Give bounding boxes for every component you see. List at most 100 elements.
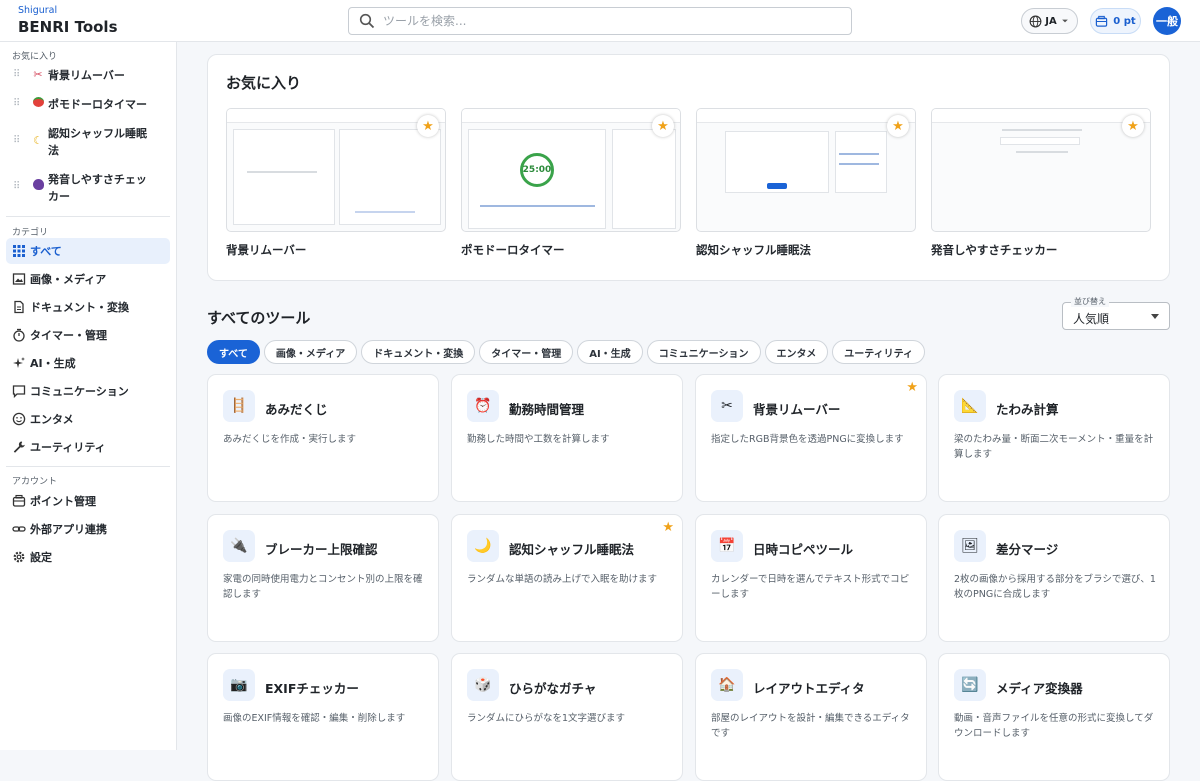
tool-card[interactable]: 🎲 ひらがなガチャ ランダムにひらがなを1文字選びます: [451, 653, 683, 781]
tool-name: たわみ計算: [996, 402, 1059, 417]
brand-subtitle: Shigural: [18, 5, 58, 16]
favorite-name: ポモドーロタイマー: [461, 243, 565, 257]
sidebar-item-integrations[interactable]: 外部アプリ連携: [6, 516, 170, 542]
drag-handle-icon[interactable]: ⠿: [13, 69, 20, 80]
favorite-card[interactable]: 25:00 ★ ポモドーロタイマー: [461, 108, 681, 258]
user-avatar[interactable]: 一般: [1153, 7, 1181, 35]
favorite-name: 背景リムーバー: [226, 243, 307, 257]
sort-value: 人気順: [1073, 312, 1110, 326]
sidebar: お気に入り ⠿ ✂ 背景リムーバー ⠿ ポモドーロタイマー ⠿ ☾ 認知シャッフ…: [0, 42, 177, 750]
chevron-down-icon: [1151, 314, 1159, 319]
tool-description: 指定したRGB背景色を透過PNGに変換します: [711, 434, 904, 445]
brand-logo[interactable]: BENRI Tools: [18, 18, 118, 36]
tool-description: 勤務した時間や工数を計算します: [467, 434, 610, 445]
tool-description: 画像のEXIF情報を確認・編集・削除します: [223, 713, 406, 724]
sidebar-fav-item[interactable]: ⠿ 発音しやすさチェッカー: [0, 171, 177, 207]
tool-card[interactable]: 🔌 ブレーカー上限確認 家電の同時使用電力とコンセント別の上限を確認します: [207, 514, 439, 642]
tool-card[interactable]: 📅 日時コピペツール カレンダーで日時を選んでテキスト形式でコピーします: [695, 514, 927, 642]
language-selector[interactable]: JA: [1021, 8, 1078, 34]
timer-icon: [13, 328, 25, 342]
tool-name: レイアウトエディタ: [753, 681, 865, 696]
favorites-panel: お気に入り ★ 背景リムーバー 25:00 ★ ポモドーロタイマー ★ 認知シャ…: [207, 54, 1170, 281]
chip-timer[interactable]: タイマー・管理: [479, 340, 574, 364]
tool-name: あみだくじ: [265, 402, 328, 417]
favorite-thumbnail[interactable]: ★: [696, 108, 916, 232]
sidebar-item-utility[interactable]: ユーティリティ: [6, 434, 170, 460]
favorite-thumbnail[interactable]: ★: [226, 108, 446, 232]
scissors-icon: ✂: [711, 390, 743, 422]
sidebar-item-label: ユーティリティ: [30, 441, 106, 454]
sidebar-item-timer[interactable]: タイマー・管理: [6, 322, 170, 348]
favorite-star-icon[interactable]: ★: [887, 115, 909, 137]
sidebar-item-document[interactable]: ドキュメント・変換: [6, 294, 170, 320]
chip-utility[interactable]: ユーティリティ: [832, 340, 926, 364]
favorites-section-label: お気に入り: [12, 52, 58, 62]
sidebar-item-label: ドキュメント・変換: [30, 301, 129, 314]
chip-image-media[interactable]: 画像・メディア: [263, 340, 358, 364]
favorite-card[interactable]: ★ 発音しやすさチェッカー: [931, 108, 1151, 258]
link-icon: [12, 526, 26, 532]
tool-description: 2枚の画像から採用する部分をブラシで選び、1枚のPNGに合成します: [954, 574, 1156, 600]
document-icon: [14, 300, 24, 314]
favorite-star-icon[interactable]: ★: [662, 520, 674, 535]
tool-card[interactable]: 🌙 認知シャッフル睡眠法 ランダムな単語の読み上げで入眠を助けます ★: [451, 514, 683, 642]
tool-description: ランダムにひらがなを1文字選びます: [467, 713, 626, 724]
sidebar-item-all[interactable]: すべて: [6, 238, 170, 264]
favorite-card[interactable]: ★ 背景リムーバー: [226, 108, 446, 258]
favorite-thumbnail[interactable]: 25:00 ★: [461, 108, 681, 232]
chip-document[interactable]: ドキュメント・変換: [361, 340, 476, 364]
tool-card[interactable]: 🖼 差分マージ 2枚の画像から採用する部分をブラシで選び、1枚のPNGに合成します: [938, 514, 1170, 642]
favorite-star-icon[interactable]: ★: [417, 115, 439, 137]
wallet-icon: [1096, 15, 1108, 27]
all-tools-title: すべてのツール: [207, 309, 311, 327]
tool-card[interactable]: ✂ 背景リムーバー 指定したRGB背景色を透過PNGに変換します ★: [695, 374, 927, 502]
favorite-card[interactable]: ★ 認知シャッフル睡眠法: [696, 108, 916, 258]
ladder-icon: 🪜: [223, 390, 255, 422]
drag-handle-icon[interactable]: ⠿: [13, 181, 20, 192]
favorite-star-icon[interactable]: ★: [1122, 115, 1144, 137]
tool-card[interactable]: 📐 たわみ計算 梁のたわみ量・断面二次モーメント・重量を計算します: [938, 374, 1170, 502]
triangle-ruler-icon: 📐: [954, 390, 986, 422]
language-label: JA: [1045, 15, 1057, 27]
chip-communication[interactable]: コミュニケーション: [646, 340, 761, 364]
sidebar-item-entertainment[interactable]: エンタメ: [6, 406, 170, 432]
favorite-thumbnail[interactable]: ★: [931, 108, 1151, 232]
sort-select[interactable]: 並び替え 人気順: [1062, 296, 1170, 330]
sidebar-item-points[interactable]: ポイント管理: [6, 488, 170, 514]
sidebar-item-communication[interactable]: コミュニケーション: [6, 378, 170, 404]
tool-card[interactable]: ⏰ 勤務時間管理勤務した時間や工数を計算します: [451, 374, 683, 502]
drag-handle-icon[interactable]: ⠿: [13, 135, 20, 146]
sidebar-fav-item[interactable]: ⠿ ☾ 認知シャッフル睡眠法: [0, 125, 177, 161]
search-input[interactable]: [383, 14, 851, 28]
sidebar-fav-item[interactable]: ⠿ ポモドーロタイマー: [0, 96, 177, 116]
sidebar-item-label: 設定: [30, 551, 52, 564]
points-button[interactable]: 0 pt: [1090, 8, 1141, 34]
chip-entertainment[interactable]: エンタメ: [764, 340, 829, 364]
speaking-head-icon: [31, 179, 45, 193]
alarm-clock-icon: ⏰: [467, 390, 499, 422]
favorite-star-icon[interactable]: ★: [906, 380, 918, 395]
tool-card[interactable]: 📷 EXIFチェッカー 画像のEXIF情報を確認・編集・削除します: [207, 653, 439, 781]
sidebar-item-label: AI・生成: [30, 357, 76, 370]
sidebar-item-image-media[interactable]: 画像・メディア: [6, 266, 170, 292]
moon-icon: ☾: [33, 134, 43, 147]
sidebar-item-ai[interactable]: AI・生成: [6, 350, 170, 376]
sidebar-item-label: コミュニケーション: [30, 385, 129, 398]
tool-card[interactable]: 🔄 メディア変換器 動画・音声ファイルを任意の形式に変換してダウンロードします: [938, 653, 1170, 781]
grid-icon: [13, 245, 25, 257]
tool-name: 勤務時間管理: [509, 402, 585, 417]
tool-name: ブレーカー上限確認: [265, 542, 378, 557]
favorites-title: お気に入り: [226, 74, 302, 92]
drag-handle-icon[interactable]: ⠿: [13, 98, 20, 109]
sidebar-item-label: エンタメ: [30, 413, 74, 426]
tool-card[interactable]: 🪜 あみだくじ あみだくじを作成・実行します: [207, 374, 439, 502]
chip-ai[interactable]: AI・生成: [577, 340, 643, 364]
sidebar-fav-item[interactable]: ⠿ ✂ 背景リムーバー: [0, 67, 177, 87]
favorite-star-icon[interactable]: ★: [652, 115, 674, 137]
tool-card[interactable]: 🏠 レイアウトエディタ 部屋のレイアウトを設計・編集できるエディタです: [695, 653, 927, 781]
sidebar-item-settings[interactable]: 設定: [6, 544, 170, 570]
sidebar-divider: [6, 216, 170, 217]
chip-all[interactable]: すべて: [207, 340, 260, 364]
moon-icon: 🌙: [467, 530, 499, 562]
search-box[interactable]: [348, 7, 852, 35]
